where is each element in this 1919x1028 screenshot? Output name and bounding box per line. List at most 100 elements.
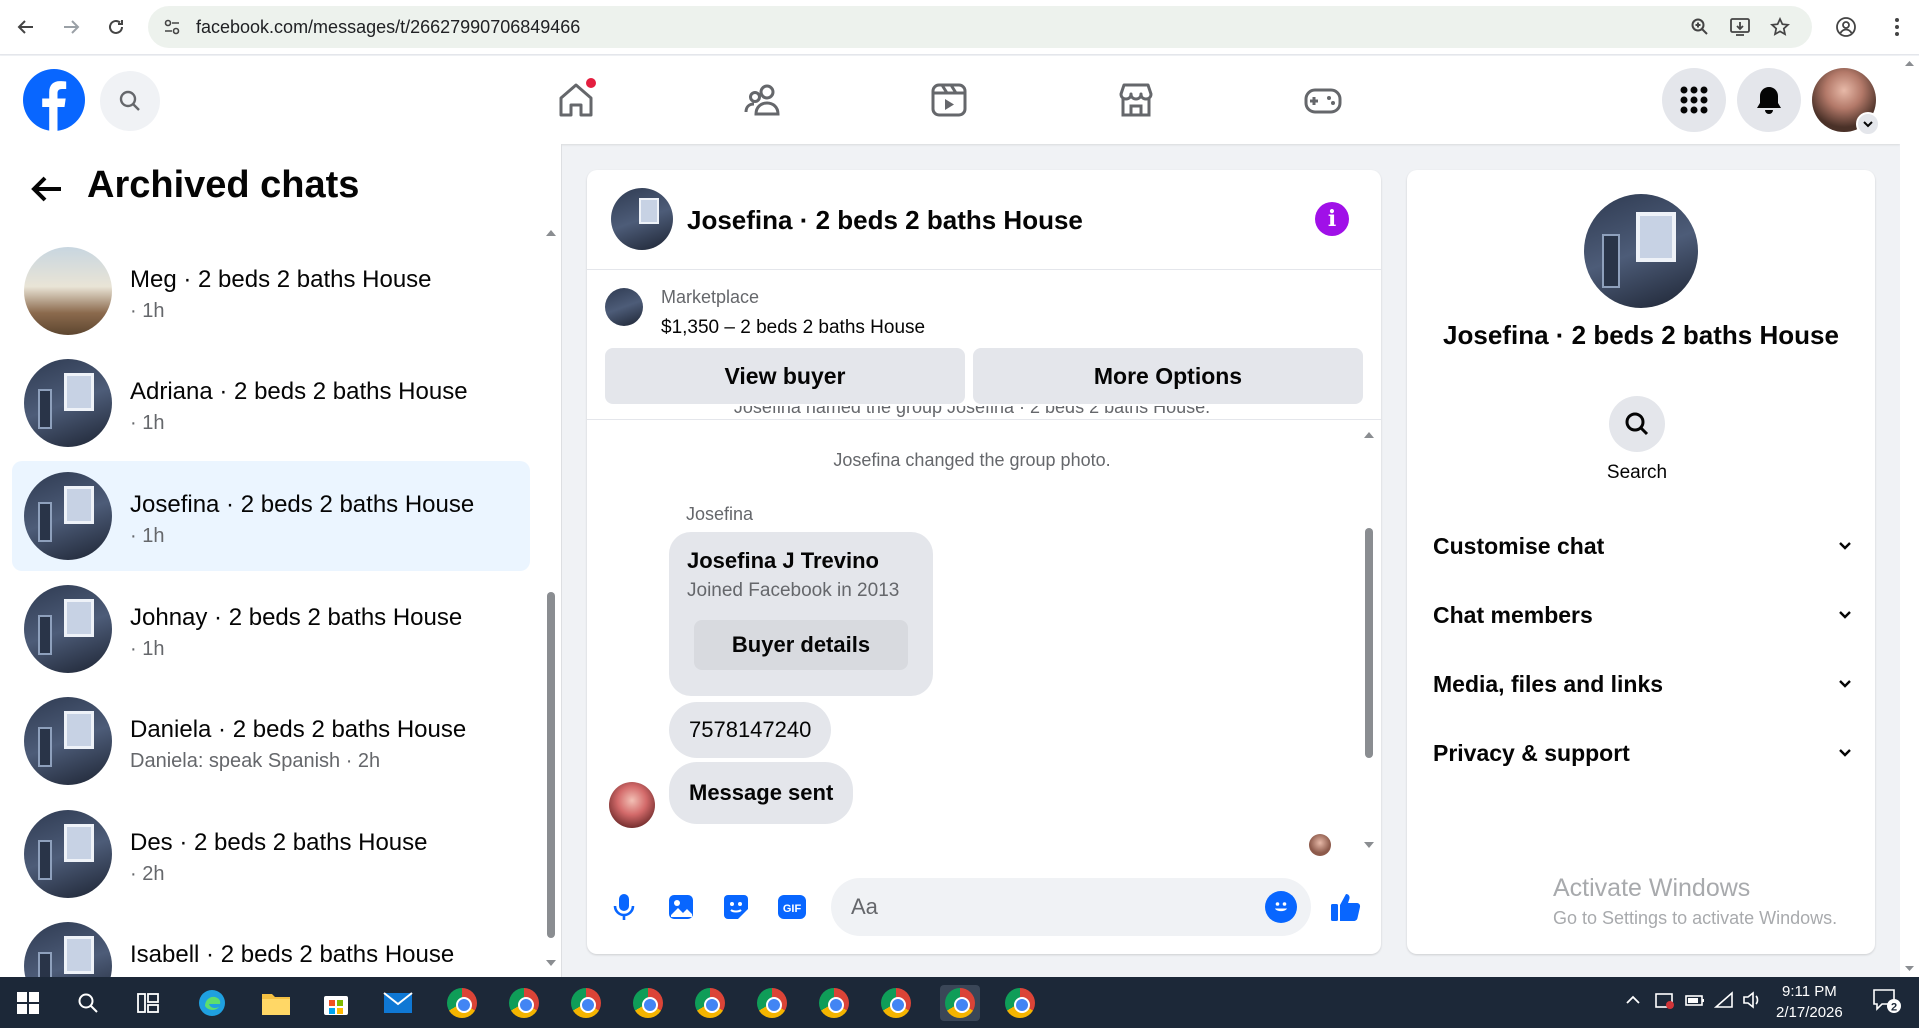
- windows-start-icon[interactable]: [10, 985, 46, 1021]
- info-icon[interactable]: i: [1315, 202, 1349, 236]
- chrome-icon[interactable]: [754, 985, 790, 1021]
- buyer-name: Josefina J Trevino: [687, 548, 879, 573]
- view-buyer-button[interactable]: View buyer: [605, 348, 965, 404]
- gif-icon[interactable]: GIF: [773, 888, 811, 926]
- back-arrow-icon[interactable]: [12, 13, 40, 41]
- sticker-icon[interactable]: [717, 888, 755, 926]
- system-clock[interactable]: 9:11 PM 2/17/2026: [1776, 981, 1843, 1023]
- chat-avatar: [24, 472, 112, 560]
- search-icon[interactable]: [70, 985, 106, 1021]
- search-icon[interactable]: [1609, 396, 1665, 452]
- task-view-icon[interactable]: [130, 985, 166, 1021]
- sidebar-scrollbar-thumb[interactable]: [547, 592, 555, 938]
- notification-count: 2: [1891, 1002, 1897, 1014]
- chat-preview: Daniela: speak Spanish · 2h: [130, 750, 381, 772]
- microphone-icon[interactable]: [605, 888, 643, 926]
- menu-grid-icon[interactable]: [1662, 68, 1726, 132]
- profile-icon[interactable]: [1832, 13, 1860, 41]
- chrome-icon[interactable]: [692, 985, 728, 1021]
- zoom-icon[interactable]: [1688, 15, 1712, 39]
- chrome-icon[interactable]: [506, 985, 542, 1021]
- sidebar-title: Archived chats: [87, 164, 360, 206]
- wifi-icon[interactable]: [1713, 991, 1736, 1014]
- file-explorer-icon[interactable]: [258, 985, 294, 1021]
- chat-list-item-selected[interactable]: Josefina · 2 beds 2 baths House · 1h: [12, 461, 530, 571]
- chrome-icon[interactable]: [630, 985, 666, 1021]
- chrome-icon[interactable]: [1002, 985, 1038, 1021]
- chat-list-item[interactable]: Isabell · 2 beds 2 baths House: [12, 911, 530, 977]
- chat-name: Adriana · 2 beds 2 baths House: [130, 378, 468, 405]
- chat-name: Isabell · 2 beds 2 baths House: [130, 941, 455, 968]
- menu-dots-icon[interactable]: [1883, 13, 1911, 41]
- chevron-up-icon[interactable]: [1624, 991, 1642, 1014]
- conversation-title[interactable]: Josefina · 2 beds 2 baths House: [687, 205, 1083, 236]
- message-bubble[interactable]: 7578147240: [669, 702, 832, 758]
- listing-title[interactable]: $1,350 – 2 beds 2 baths House: [661, 317, 925, 339]
- battery-icon[interactable]: [1684, 991, 1706, 1014]
- chevron-down-icon[interactable]: [1856, 112, 1880, 136]
- chrome-icon-active[interactable]: [940, 985, 980, 1021]
- section-media-files-links[interactable]: Media, files and links: [1433, 656, 1853, 712]
- bell-icon[interactable]: [1737, 68, 1801, 132]
- chat-preview: · 1h: [130, 300, 165, 322]
- url-text[interactable]: facebook.com/messages/t/2662799070684946…: [196, 17, 580, 38]
- chat-list-item[interactable]: Adriana · 2 beds 2 baths House · 1h: [12, 348, 530, 458]
- notification-center-icon[interactable]: 2: [1872, 987, 1902, 1020]
- chrome-icon[interactable]: [568, 985, 604, 1021]
- security-icon[interactable]: [1654, 991, 1676, 1016]
- chrome-icon[interactable]: [444, 985, 480, 1021]
- chevron-down-icon: [1839, 542, 1851, 550]
- profile-avatar[interactable]: [1812, 68, 1880, 136]
- chat-list-item[interactable]: Des · 2 beds 2 baths House · 2h: [12, 799, 530, 909]
- message-bubble[interactable]: Message sent: [669, 762, 854, 824]
- install-icon[interactable]: [1728, 15, 1752, 39]
- reload-icon[interactable]: [102, 13, 130, 41]
- chat-list-item[interactable]: Meg · 2 beds 2 baths House · 1h: [12, 236, 530, 346]
- edge-icon[interactable]: [194, 985, 230, 1021]
- marketplace-icon[interactable]: [1112, 76, 1160, 124]
- details-avatar[interactable]: [1584, 194, 1698, 308]
- speaker-icon[interactable]: [1742, 991, 1764, 1014]
- friends-icon[interactable]: [739, 76, 787, 124]
- sender-name: Josefina: [686, 504, 754, 524]
- section-chat-members[interactable]: Chat members: [1433, 587, 1853, 643]
- forward-arrow-icon[interactable]: [57, 13, 85, 41]
- thumbs-up-icon[interactable]: [1327, 888, 1365, 926]
- chevron-down-icon: [1839, 749, 1851, 757]
- search-label[interactable]: Search: [1407, 462, 1867, 484]
- chrome-icon[interactable]: [816, 985, 852, 1021]
- section-customise-chat[interactable]: Customise chat: [1433, 518, 1853, 574]
- section-privacy-support[interactable]: Privacy & support: [1433, 725, 1853, 781]
- chat-preview: · 1h: [130, 412, 165, 434]
- video-icon[interactable]: [925, 76, 973, 124]
- mail-icon[interactable]: [380, 985, 416, 1021]
- star-icon[interactable]: [1768, 15, 1792, 39]
- chat-list-item[interactable]: Daniela · 2 beds 2 baths House Daniela: …: [12, 686, 530, 796]
- sender-avatar[interactable]: [609, 782, 655, 828]
- back-arrow-icon[interactable]: [28, 170, 66, 208]
- section-label: Chat members: [1433, 601, 1593, 628]
- more-options-button[interactable]: More Options: [973, 348, 1363, 404]
- site-info-icon[interactable]: [160, 15, 184, 39]
- address-bar[interactable]: facebook.com/messages/t/2662799070684946…: [148, 6, 1812, 48]
- chat-avatar: [24, 922, 112, 977]
- chat-list-item[interactable]: Johnay · 2 beds 2 baths House · 1h: [12, 574, 530, 684]
- conversation-avatar[interactable]: [611, 188, 673, 250]
- home-icon[interactable]: [552, 76, 600, 124]
- system-message: Josefina changed the group photo.: [833, 450, 1111, 470]
- messages-scrollbar-thumb[interactable]: [1365, 528, 1373, 758]
- svg-text:GIF: GIF: [783, 903, 802, 915]
- search-icon[interactable]: [100, 71, 160, 131]
- marketplace-listing: Marketplace $1,350 – 2 beds 2 baths Hous…: [587, 270, 1381, 420]
- facebook-logo-icon[interactable]: [23, 69, 85, 131]
- buyer-details-button[interactable]: Buyer details: [694, 620, 908, 670]
- emoji-icon[interactable]: [1265, 891, 1297, 923]
- image-icon[interactable]: [662, 888, 700, 926]
- store-icon[interactable]: [318, 985, 354, 1021]
- page-scrollbar[interactable]: [1900, 56, 1919, 977]
- chat-name: Des · 2 beds 2 baths House: [130, 829, 428, 856]
- gaming-icon[interactable]: [1299, 76, 1347, 124]
- activate-windows-subtitle: Go to Settings to activate Windows.: [1553, 908, 1838, 928]
- message-input[interactable]: [831, 878, 1311, 936]
- chrome-icon[interactable]: [878, 985, 914, 1021]
